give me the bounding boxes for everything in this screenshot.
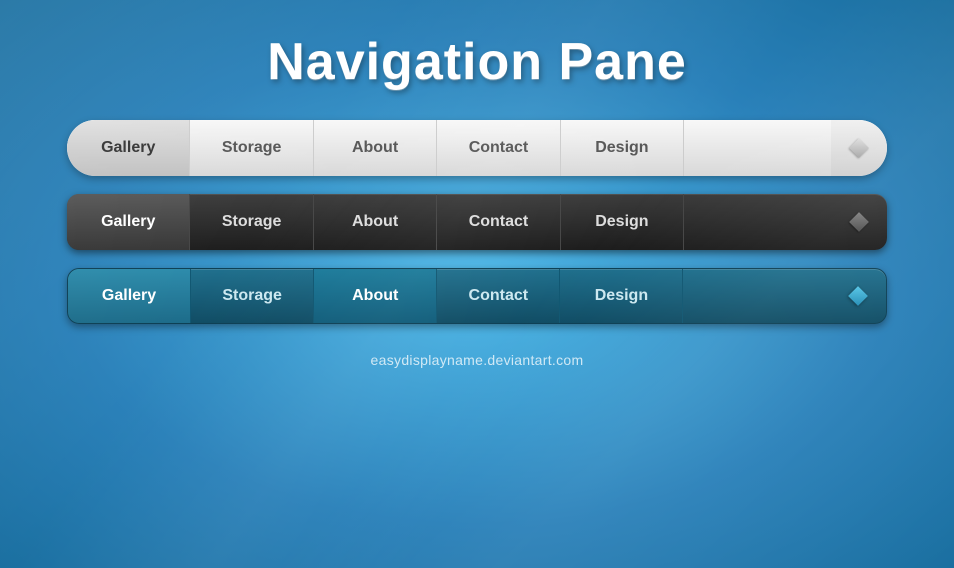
nav-dark-gallery[interactable]: Gallery bbox=[67, 194, 190, 250]
nav-blue-storage[interactable]: Storage bbox=[191, 269, 314, 323]
nav-blue-spacer bbox=[683, 269, 830, 323]
nav-dark-about[interactable]: About bbox=[314, 194, 437, 250]
nav-white-about[interactable]: About bbox=[314, 120, 437, 176]
nav-white-contact[interactable]: Contact bbox=[437, 120, 560, 176]
nav-dark-design[interactable]: Design bbox=[561, 194, 684, 250]
page-title: Navigation Pane bbox=[267, 32, 687, 92]
nav-blue-about[interactable]: About bbox=[314, 269, 437, 323]
nav-dark-contact[interactable]: Contact bbox=[437, 194, 560, 250]
nav-container: Gallery Storage About Contact Design Gal… bbox=[67, 120, 887, 324]
nav-dark-storage[interactable]: Storage bbox=[190, 194, 313, 250]
nav-blue-design[interactable]: Design bbox=[560, 269, 683, 323]
nav-blue-dropdown[interactable] bbox=[830, 269, 886, 323]
nav-bar-blue: Gallery Storage About Contact Design bbox=[67, 268, 887, 324]
nav-bar-dark: Gallery Storage About Contact Design bbox=[67, 194, 887, 250]
nav-dark-dropdown[interactable] bbox=[831, 194, 887, 250]
diamond-icon bbox=[849, 138, 869, 158]
nav-dark-spacer bbox=[684, 194, 831, 250]
nav-blue-gallery[interactable]: Gallery bbox=[68, 269, 191, 323]
nav-white-dropdown[interactable] bbox=[831, 120, 887, 176]
footer-credit: easydisplayname.deviantart.com bbox=[371, 352, 584, 368]
nav-white-spacer bbox=[684, 120, 831, 176]
diamond-icon bbox=[849, 212, 869, 232]
nav-white-design[interactable]: Design bbox=[561, 120, 684, 176]
nav-white-storage[interactable]: Storage bbox=[190, 120, 313, 176]
diamond-icon bbox=[848, 286, 868, 306]
nav-bar-white: Gallery Storage About Contact Design bbox=[67, 120, 887, 176]
nav-blue-contact[interactable]: Contact bbox=[437, 269, 560, 323]
nav-white-gallery[interactable]: Gallery bbox=[67, 120, 190, 176]
